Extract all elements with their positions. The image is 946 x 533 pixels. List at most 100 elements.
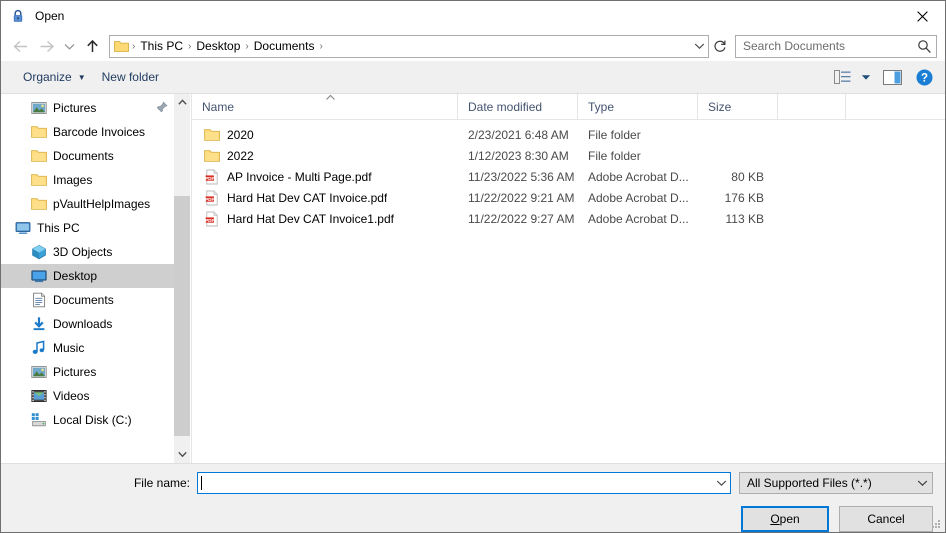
forward-button[interactable] [33,34,59,58]
scroll-up-button[interactable] [174,94,190,111]
svg-text:?: ? [920,72,927,84]
file-name: Hard Hat Dev CAT Invoice1.pdf [227,211,394,226]
sidebar-item-documents[interactable]: Documents [1,288,174,312]
pictures-icon [31,364,47,380]
title-bar: Open [1,1,945,31]
this-pc-icon [15,220,31,236]
cancel-button[interactable]: Cancel [839,506,933,532]
sidebar-item-label: Local Disk (C:) [53,413,132,427]
column-header-size[interactable]: Size [698,94,778,119]
sidebar-item-this-pc[interactable]: This PC [1,216,174,240]
file-type-cell: File folder [588,127,641,142]
view-options-button[interactable] [827,65,857,89]
filename-label: File name: [1,476,197,490]
sidebar-item-label: Desktop [53,269,98,283]
open-button-label: Open [770,512,800,526]
search-box[interactable]: Search Documents [735,34,937,58]
filename-input[interactable] [197,472,731,494]
recent-locations-button[interactable] [59,34,79,58]
file-type-filter[interactable]: All Supported Files (*.*) [739,472,933,494]
sidebar-item-music[interactable]: Music [1,336,174,360]
sidebar-item-3d-objects[interactable]: 3D Objects [1,240,174,264]
refresh-button[interactable] [709,35,731,58]
file-date-cell: 11/22/2022 9:27 AM [468,211,575,226]
downloads-icon [31,316,47,332]
help-button[interactable]: ? [909,65,939,89]
new-folder-button[interactable]: New folder [94,66,167,88]
chevron-down-icon [861,74,871,80]
svg-text:PDF: PDF [205,217,214,222]
sidebar-scrollbar[interactable] [174,94,190,463]
sidebar-item-label: Music [53,341,85,355]
file-size-cell: 176 KB [724,190,764,205]
pin-icon[interactable] [156,101,168,113]
window-title: Open [35,9,65,23]
folder-icon [31,196,47,212]
scrollbar-track[interactable] [174,111,190,446]
sidebar-item-label: Documents [53,293,114,307]
column-header-date-modified[interactable]: Date modified [458,94,578,119]
preview-pane-button[interactable] [875,65,909,89]
file-row[interactable]: 2020 2/23/2021 6:48 AM File folder [192,124,945,145]
file-rows: 2020 2/23/2021 6:48 AM File folder 2022 1/12… [192,120,945,463]
scroll-down-button[interactable] [174,446,190,463]
close-button[interactable] [899,1,945,31]
sidebar-item-label: Pictures [53,365,97,379]
column-header-label: Size [708,99,732,114]
address-bar[interactable]: › This PC › Desktop › Documents › [109,34,709,58]
file-name: Hard Hat Dev CAT Invoice.pdf [227,190,388,205]
file-row[interactable]: PDF Hard Hat Dev CAT Invoice1.pdf 11/22/20… [192,208,945,229]
breadcrumb-desktop[interactable]: Desktop [192,36,244,57]
file-type-cell: Adobe Acrobat D... [588,211,689,226]
refresh-icon [714,40,726,52]
open-file-dialog: Open › This PC › Desktop › Documents › S… [0,0,946,533]
resize-grip[interactable] [930,518,942,530]
sidebar-item-label: Barcode Invoices [53,125,146,139]
scrollbar-thumb[interactable] [174,196,190,436]
column-header-type[interactable]: Type [578,94,698,119]
sort-ascending-indicator [325,94,336,102]
up-button[interactable] [79,34,105,58]
preview-pane-icon [882,69,902,85]
organize-button[interactable]: Organize ▼ [15,66,94,88]
breadcrumb-documents[interactable]: Documents [250,36,319,57]
sidebar-item-pictures[interactable]: Pictures [1,360,174,384]
new-folder-label: New folder [101,70,159,84]
folder-icon [31,124,47,140]
arrow-left-icon [12,40,27,52]
file-row[interactable]: PDF Hard Hat Dev CAT Invoice.pdf 11/22/202… [192,187,945,208]
file-type-cell: File folder [588,148,641,163]
videos-icon [31,388,47,404]
back-button[interactable] [7,34,33,58]
filename-dropdown-button[interactable] [713,473,730,493]
sidebar-item-pictures[interactable]: Pictures [1,96,174,120]
folder-icon [204,127,220,143]
sidebar-item-downloads[interactable]: Downloads [1,312,174,336]
search-input[interactable]: Search Documents [743,39,917,53]
sidebar-item-documents[interactable]: Documents [1,144,174,168]
sidebar-item-images[interactable]: Images [1,168,174,192]
file-row[interactable]: 2022 1/12/2023 8:30 AM File folder [192,145,945,166]
file-row[interactable]: PDF AP Invoice - Multi Page.pdf 11/23/2022… [192,166,945,187]
pictures-icon [31,102,47,114]
desktop-icon [31,270,47,283]
pictures-icon [31,366,47,378]
sidebar-item-videos[interactable]: Videos [1,384,174,408]
sidebar-item-label: Downloads [53,317,113,331]
open-button[interactable]: Open [741,506,829,532]
column-header-extra[interactable] [778,94,846,119]
breadcrumb-this-pc[interactable]: This PC [136,36,187,57]
music-icon [31,340,47,356]
this-pc-icon [15,222,31,234]
file-name-cell: PDF Hard Hat Dev CAT Invoice1.pdf [192,211,458,227]
downloads-icon [33,317,45,331]
view-dropdown-button[interactable] [857,65,875,89]
folder-icon [204,148,220,164]
command-bar: Organize ▼ New folder ? [1,61,945,94]
sidebar-item-pvaulthelpimages[interactable]: pVaultHelpImages [1,192,174,216]
address-dropdown-button[interactable] [690,36,708,57]
sidebar-item-local-disk-c[interactable]: Local Disk (C:) [1,408,174,432]
sidebar-item-barcode-invoices[interactable]: Barcode Invoices [1,120,174,144]
sidebar-item-desktop[interactable]: Desktop [1,264,174,288]
pdf-icon: PDF [204,211,220,227]
